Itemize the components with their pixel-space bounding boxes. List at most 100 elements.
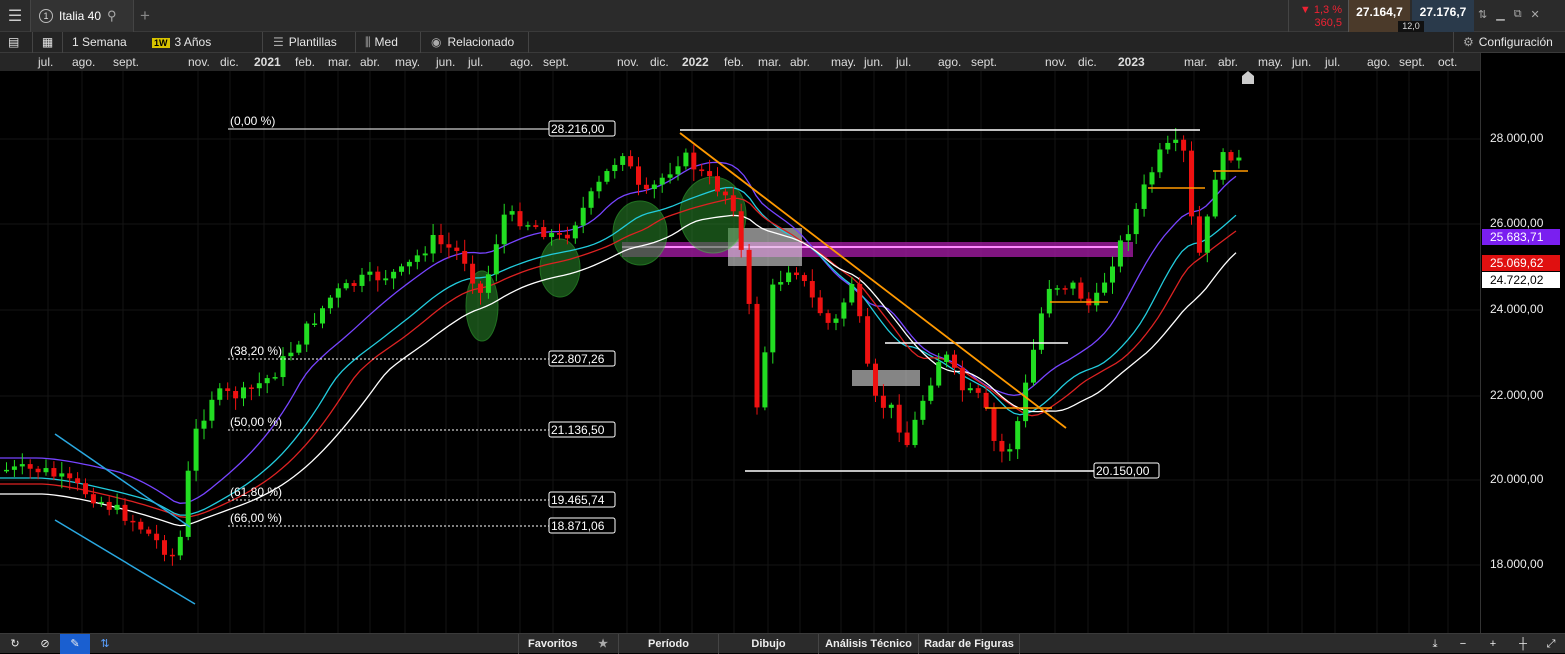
candle-body <box>849 284 855 303</box>
move-icon[interactable]: ⇅ <box>1478 8 1487 21</box>
price-tick-label: 20.000,00 <box>1490 472 1544 486</box>
candle-body <box>833 318 839 323</box>
price-tick-label: 24.000,00 <box>1490 302 1544 316</box>
candle-body <box>762 352 768 408</box>
zoom-in-icon[interactable]: + <box>1480 634 1506 654</box>
search-icon[interactable]: ⚲ <box>107 8 117 24</box>
interval-label: 1 Semana <box>72 35 127 49</box>
related-button[interactable]: ◉ Relacionado <box>420 32 514 53</box>
drawing-tab[interactable]: Dibujo <box>718 634 818 654</box>
price-tick-label: 26.000,00 <box>1490 216 1544 230</box>
popout-icon[interactable]: ⧉ <box>1514 8 1522 21</box>
period-tab[interactable]: Período <box>618 634 718 654</box>
candle-body <box>51 468 57 477</box>
pattern-radar-tab[interactable]: Radar de Figuras <box>918 634 1020 654</box>
bottom-bar: ↻ ⊘ ✎ ⇅ Favoritos ★ Período Dibujo Anális… <box>0 633 1565 654</box>
time-tick-label: jul. <box>1325 55 1341 69</box>
fib-price-label: 18.871,06 <box>551 519 605 533</box>
list-icon[interactable]: ▤ <box>8 32 19 53</box>
candle-body <box>888 404 894 408</box>
time-tick-label: dic. <box>650 55 669 69</box>
time-tick-label: jun. <box>1292 55 1312 69</box>
price-tick-label: 22.000,00 <box>1490 388 1544 402</box>
instrument-tab[interactable]: 1 Italia 40 ⚲ <box>30 0 134 32</box>
candle-body <box>920 400 926 420</box>
technical-analysis-tab[interactable]: Análisis Técnico <box>818 634 918 654</box>
low-price-label: 20.150,00 <box>1096 464 1150 478</box>
candle-body <box>138 521 144 530</box>
sort-icon[interactable]: ⇅ <box>90 634 120 654</box>
candle-body <box>462 250 468 264</box>
candle-body <box>1181 139 1187 151</box>
fib-percent-label: (0,00 %) <box>230 114 275 128</box>
candle-body <box>1236 157 1242 161</box>
candle-body <box>59 473 65 477</box>
instrument-name: Italia 40 <box>59 9 102 23</box>
block-icon[interactable]: ⊘ <box>30 634 60 654</box>
layout-icon[interactable]: ▦ <box>32 32 62 53</box>
candle-body <box>643 184 649 190</box>
candle-body <box>1133 208 1139 235</box>
interval-select[interactable]: 1 Semana <box>62 32 148 53</box>
candle-body <box>1196 216 1202 253</box>
close-icon[interactable]: ✕ <box>1531 8 1540 21</box>
fib-percent-label: (38,20 %) <box>230 344 282 358</box>
price-chart[interactable]: (0,00 %) 28.216,00 (38,20 %) 22.807,26 (50,0… <box>0 71 1480 633</box>
interval-badge: 1W <box>152 38 170 48</box>
zoom-fit-icon[interactable]: ⤓ <box>1422 634 1448 654</box>
candle-body <box>1165 142 1171 150</box>
favorites-tab[interactable]: Favoritos ★ <box>518 634 616 654</box>
candle-body <box>746 249 752 304</box>
candle-body <box>572 225 578 239</box>
candle-body <box>1228 152 1234 161</box>
menu-icon[interactable]: ☰ <box>0 0 30 32</box>
candle-body <box>628 156 634 167</box>
time-tick-label: jun. <box>864 55 884 69</box>
candle-body <box>730 195 736 212</box>
candle-body <box>967 388 973 391</box>
candle-body <box>288 352 294 357</box>
candle-body <box>343 283 349 289</box>
templates-button[interactable]: ☰ Plantillas <box>262 32 337 53</box>
ma-purple-badge: 25.683,71 <box>1482 229 1560 245</box>
time-tick-label: may. <box>395 55 421 69</box>
tab-number: 1 <box>39 9 53 23</box>
candle-body <box>549 232 555 238</box>
settings-button[interactable]: ⚙ Configuración <box>1453 32 1553 53</box>
candle-body <box>983 392 989 408</box>
zoom-out-icon[interactable]: − <box>1450 634 1476 654</box>
candle-body <box>707 171 713 177</box>
time-tick-label: feb. <box>295 55 316 69</box>
chart-end-marker[interactable] <box>1242 71 1254 84</box>
time-tick-label: jul. <box>38 55 54 69</box>
time-tick-label: abr. <box>1218 55 1239 69</box>
candle-body <box>975 388 981 393</box>
candle-body <box>122 504 128 521</box>
candle-body <box>825 313 831 323</box>
candle-body <box>177 536 183 556</box>
candle-body <box>4 469 9 472</box>
candle-body <box>1125 234 1131 241</box>
candle-body <box>952 354 957 368</box>
crosshair-icon[interactable]: ┼ <box>1510 634 1536 654</box>
refresh-icon[interactable]: ↻ <box>0 634 30 654</box>
expand-icon[interactable]: ⤢ <box>1538 634 1564 654</box>
candle-body <box>43 468 49 473</box>
average-button[interactable]: ⫼ Med <box>355 32 398 53</box>
candle-body <box>604 171 610 182</box>
minimize-icon[interactable]: ▁ <box>1496 8 1504 21</box>
time-tick-label: ago. <box>1367 55 1391 69</box>
spread-value: 12,0 <box>1398 21 1424 32</box>
time-tick-label: jul. <box>896 55 912 69</box>
range-select[interactable]: 1W 3 Años <box>152 32 211 53</box>
add-tab-icon[interactable]: + <box>140 6 150 26</box>
candle-body <box>169 554 175 557</box>
fib-percent-label: (61,80 %) <box>230 485 282 499</box>
fib-percent-label: (50,00 %) <box>230 415 282 429</box>
candle-body <box>98 501 104 504</box>
candle-body <box>1212 179 1218 217</box>
chart-toolbar: ▤ ▦ 1 Semana 1W 3 Años ☰ Plantillas ⫼ Med ◉… <box>0 32 1565 53</box>
time-tick-label: abr. <box>360 55 381 69</box>
pencil-icon[interactable]: ✎ <box>60 634 90 654</box>
time-tick-label: nov. <box>188 55 210 69</box>
